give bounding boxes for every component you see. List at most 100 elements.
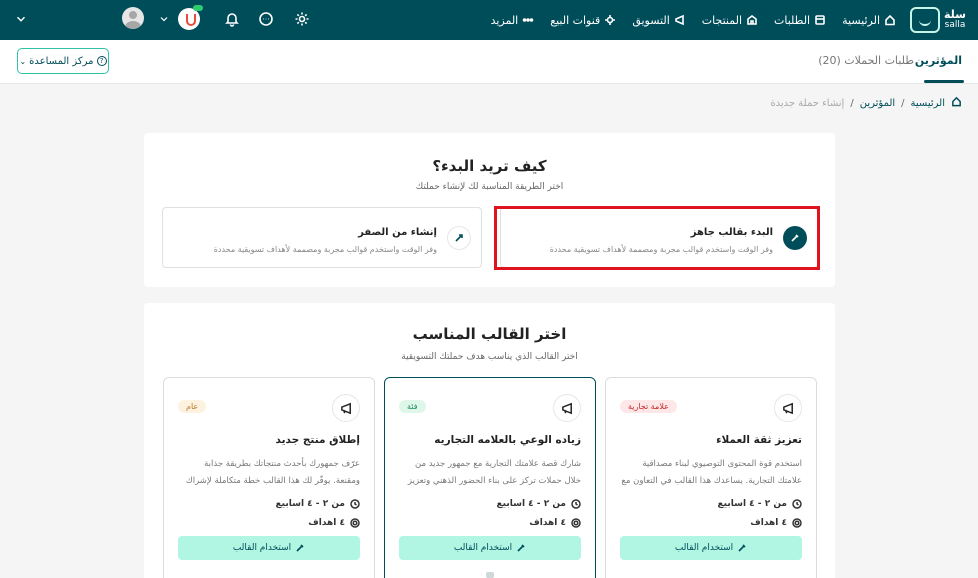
option-title: البدء بقالب جاهز (690, 227, 773, 238)
clock-icon (792, 499, 802, 509)
use-template-button[interactable]: استخدام القالب (178, 536, 360, 560)
template-desc: شارك قصة علامتك التجارية مع جمهور جديد م… (407, 459, 581, 486)
templates-subtitle: اختر القالب الذي يناسب هدف حملتك التسويق… (401, 352, 578, 362)
target-icon (792, 518, 802, 528)
template-title: تعزيز ثقة العملاء (716, 434, 802, 446)
template-desc: عرّف جمهورك بأحدث منتجاتك بطريقة جذابة و… (185, 459, 360, 486)
goals-text: ٤ اهداف (308, 518, 345, 528)
channels-icon (604, 14, 616, 26)
chat-icon[interactable] (256, 9, 276, 29)
nav-label: قنوات البيع (550, 13, 601, 27)
breadcrumb-separator: / (901, 97, 905, 109)
template-title: إطلاق منتج جديد (275, 434, 360, 446)
nav-label: الرئيسية (842, 13, 880, 27)
start-title: كيف تريد البدء؟ (432, 157, 547, 175)
magic-wand-icon (517, 544, 525, 552)
nav-label: المزيد (490, 13, 519, 27)
nav-item-products[interactable]: المنتجات (702, 14, 758, 27)
goals-text: ٤ اهداف (750, 518, 787, 528)
logo-bag-icon (910, 7, 941, 33)
template-duration: من ٢ - ٤ اسابيع (497, 499, 581, 509)
nav-item-orders[interactable]: الطلبات (774, 14, 826, 27)
target-icon (350, 518, 360, 528)
settings-gear-icon[interactable] (292, 9, 312, 29)
rocket-icon (447, 226, 471, 250)
template-badge: عام (178, 400, 207, 413)
option-from-scratch[interactable]: إنشاء من الصفر وفر الوقت واستخدم قوالب م… (162, 207, 482, 268)
template-desc: استخدم قوة المحتوى التوصيوي لبناء مصداقي… (621, 459, 802, 486)
main-nav: الرئيسية الطلبات المنتجات التسويق قنوات … (491, 0, 896, 40)
breadcrumb: الرئيسية / المؤثرين / إنشاء حملة جديدة (770, 96, 962, 110)
logo-text: سلة salla (944, 8, 966, 30)
bell-icon[interactable] (222, 9, 242, 29)
template-card-product-launch[interactable]: عام إطلاق منتج جديد عرّف جمهورك بأحدث من… (163, 377, 375, 578)
home-icon (884, 14, 896, 26)
nav-item-channels[interactable]: قنوات البيع (550, 14, 616, 27)
help-label: مركز المساعدة (29, 55, 94, 67)
nav-item-home[interactable]: الرئيسية (842, 14, 896, 27)
breadcrumb-section[interactable]: المؤثرين (860, 98, 895, 109)
nav-label: الطلبات (774, 13, 811, 27)
template-duration: من ٢ - ٤ اسابيع (718, 499, 802, 509)
top-navbar: سلة salla الرئيسية الطلبات المنتجات التسو… (0, 0, 978, 40)
store-status-badge (193, 5, 203, 11)
template-card-customer-trust[interactable]: علامة تجارية تعزيز ثقة العملاء استخدم قو… (605, 377, 817, 578)
duration-text: من ٢ - ٤ اسابيع (275, 499, 345, 509)
option-ready-template[interactable]: البدء بقالب جاهز وفر الوقت واستخدم قوالب… (500, 207, 818, 268)
start-subtitle: اختر الطريقة المناسبة لك لإنشاء حملتك (415, 182, 564, 192)
use-template-label: استخدام القالب (674, 543, 734, 553)
menu-chevron-down-icon[interactable] (14, 9, 28, 29)
nav-label: التسويق (632, 13, 670, 27)
option-title: إنشاء من الصفر (358, 227, 437, 238)
user-avatar[interactable] (122, 7, 144, 29)
use-template-button[interactable]: استخدام القالب (620, 536, 802, 560)
help-center-button[interactable]: ? مركز المساعدة ⌄ (17, 48, 109, 74)
megaphone-icon (332, 394, 360, 422)
use-template-label: استخدام القالب (453, 543, 513, 553)
breadcrumb-separator: / (850, 97, 854, 109)
active-tab-indicator (924, 80, 964, 83)
megaphone-icon (674, 14, 686, 26)
template-title: زياده الوعي بالعلامه التجاريه (434, 434, 581, 446)
use-template-label: استخدام القالب (232, 543, 292, 553)
template-goals: ٤ اهداف (750, 518, 802, 528)
goals-text: ٤ اهداف (529, 518, 566, 528)
nav-item-more[interactable]: المزيد (491, 14, 535, 27)
breadcrumb-home[interactable]: الرئيسية (911, 98, 945, 109)
orders-icon (814, 14, 826, 26)
help-question-icon: ? (96, 56, 107, 66)
tab-campaign-requests[interactable]: طلبات الحملات (20) (818, 54, 914, 67)
template-card-brand-awareness[interactable]: فئة زياده الوعي بالعلامه التجاريه شارك ق… (384, 377, 596, 578)
store-avatar[interactable] (178, 8, 200, 30)
duration-text: من ٢ - ٤ اسابيع (717, 499, 787, 509)
tab-influencers[interactable]: المؤثرين (915, 54, 962, 67)
clock-icon (350, 499, 360, 509)
breadcrumb-current: إنشاء حملة جديدة (770, 97, 845, 109)
target-icon (571, 518, 581, 528)
nav-label: المنتجات (701, 13, 742, 27)
products-icon (746, 14, 758, 26)
more-dots-icon (522, 14, 534, 26)
start-method-card: كيف تريد البدء؟ اختر الطريقة المناسبة لك… (144, 133, 835, 287)
salla-logo[interactable]: سلة salla (910, 5, 966, 35)
home-icon[interactable] (951, 96, 962, 110)
subheader: المؤثرين طلبات الحملات (20) ? مركز المسا… (0, 40, 978, 84)
megaphone-icon (553, 394, 581, 422)
template-badge: فئة (399, 400, 426, 413)
magic-wand-icon (738, 544, 746, 552)
use-template-button[interactable]: استخدام القالب (399, 536, 581, 560)
chevron-down-icon[interactable] (158, 9, 170, 29)
nav-item-marketing[interactable]: التسويق (632, 14, 685, 27)
magic-wand-icon (296, 544, 304, 552)
duration-text: من ٢ - ٤ اسابيع (496, 499, 566, 509)
template-goals: ٤ اهداف (529, 518, 581, 528)
template-duration: من ٢ - ٤ اسابيع (276, 499, 360, 509)
template-goals: ٤ اهداف (308, 518, 360, 528)
clock-icon (571, 499, 581, 509)
templates-title: اختر القالب المناسب (412, 325, 567, 343)
magic-wand-icon (783, 226, 807, 250)
megaphone-icon (774, 394, 802, 422)
option-desc: وفر الوقت واستخدم قوالب مجربة ومصممة لأه… (213, 245, 437, 254)
template-badge: علامة تجارية (620, 400, 677, 413)
scroll-indicator (486, 572, 494, 578)
